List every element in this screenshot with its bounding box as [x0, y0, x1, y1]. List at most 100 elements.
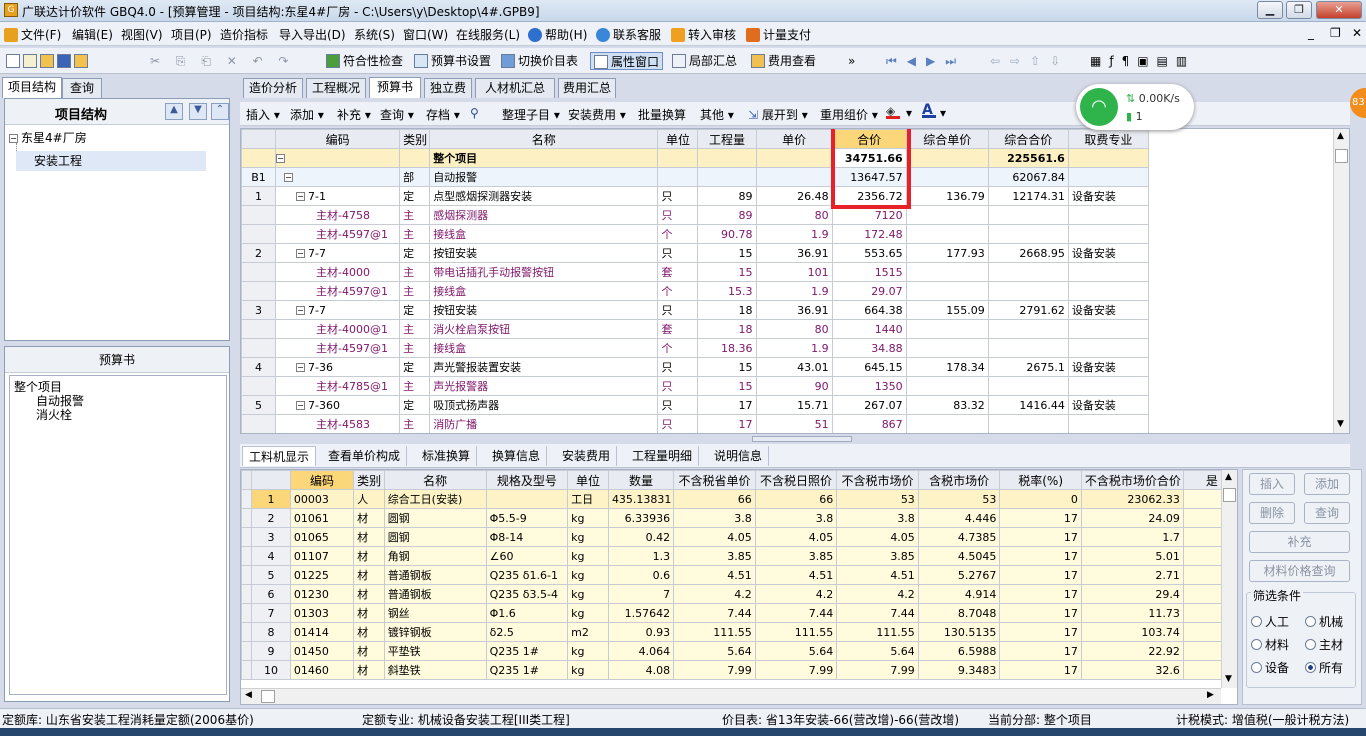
cell-unit[interactable]: 套 — [657, 262, 699, 282]
move-arrows[interactable]: ⇦⇨⇧⇩ — [990, 52, 1070, 70]
cell-name[interactable]: 接线盒 — [429, 224, 659, 244]
cell-qty[interactable]: 15 — [697, 357, 757, 377]
tab-quantity-detail[interactable]: 工程量明细 — [626, 446, 700, 466]
res-cell[interactable]: 01107 — [289, 546, 355, 566]
cell-qty[interactable]: 17 — [697, 395, 757, 415]
res-col-code[interactable]: 编码 — [289, 470, 355, 490]
table-row[interactable]: 4−7-36 定声光警报装置安装只 15 43.01 645.15 178.34 2675.… — [241, 357, 1150, 377]
cell-unit[interactable]: 只 — [657, 243, 699, 263]
res-cell[interactable]: kg — [567, 546, 609, 566]
cell-cprice[interactable]: 155.09 — [905, 300, 989, 320]
cell-spec[interactable] — [1067, 148, 1150, 168]
cell-spec[interactable] — [1067, 281, 1150, 301]
cell-name[interactable]: 按钮安装 — [429, 300, 659, 320]
cell-unit[interactable]: 只 — [657, 300, 699, 320]
cell-cprice[interactable]: 178.34 — [905, 357, 989, 377]
cell-spec[interactable] — [1067, 414, 1150, 433]
cell-total[interactable]: 1350 — [831, 376, 907, 396]
res-cell[interactable]: 8.7048 — [917, 603, 1001, 623]
cell-qty[interactable]: 15 — [697, 243, 757, 263]
cell-unit[interactable]: 个 — [657, 281, 699, 301]
archive-menu[interactable]: 存档 ▾ — [426, 106, 460, 123]
res-cell[interactable]: 00003 — [289, 489, 355, 509]
cell-cprice[interactable] — [905, 414, 989, 433]
cell-qty[interactable]: 15 — [697, 262, 757, 282]
row-indicator[interactable] — [241, 660, 253, 680]
res-cell[interactable]: 材 — [353, 641, 385, 661]
cell-cprice[interactable] — [905, 338, 989, 358]
res-cell[interactable]: 66 — [673, 489, 756, 509]
table-row[interactable]: 主材-4758 主 感烟探测器 只 89 80 7120 — [241, 205, 1150, 225]
col-type-header[interactable]: 类别 — [399, 129, 431, 149]
res-cell[interactable]: 17 — [999, 508, 1082, 528]
menu-support[interactable]: 联系客服 — [596, 26, 661, 42]
res-cell[interactable]: 23062.33 — [1080, 489, 1184, 509]
cell-name[interactable]: 自动报警 — [429, 167, 659, 187]
cell-no[interactable]: 5 — [241, 395, 277, 415]
cell-code[interactable]: −7-7 — [275, 300, 401, 320]
res-cell[interactable]: 镀锌钢板 — [383, 622, 487, 642]
cell-qty[interactable]: 89 — [697, 205, 757, 225]
cell-spec[interactable] — [1067, 167, 1150, 187]
res-cell[interactable]: 角钢 — [383, 546, 487, 566]
tree-node-install[interactable]: 安装工程 — [16, 151, 206, 171]
res-cell[interactable]: 5.01 — [1080, 546, 1184, 566]
res-cell[interactable]: 17 — [999, 641, 1082, 661]
fill-color-dropdown[interactable]: ▾ — [906, 106, 912, 120]
tab-query[interactable]: 查询 — [62, 78, 102, 98]
res-cell[interactable]: 5.2767 — [917, 565, 1001, 585]
cell-type[interactable]: 主 — [399, 262, 431, 282]
res-cell[interactable]: 01303 — [289, 603, 355, 623]
res-cell[interactable]: Q235 δ3.5-4 — [485, 584, 569, 604]
radio-icon[interactable] — [1251, 616, 1262, 627]
collapse-toggle-icon[interactable]: − — [296, 249, 306, 258]
res-col-tax-rate[interactable]: 税率(%) — [999, 470, 1082, 490]
cell-no[interactable]: 3 — [241, 300, 277, 320]
cell-qty[interactable]: 18.36 — [697, 338, 757, 358]
res-cell[interactable]: 7.99 — [673, 660, 756, 680]
font-color-dropdown[interactable]: ▾ — [940, 106, 946, 120]
res-cell[interactable]: 材 — [353, 527, 385, 547]
collapse-toggle-icon[interactable]: − — [296, 306, 306, 315]
cell-no[interactable] — [241, 319, 277, 339]
tab-overview[interactable]: 工程概况 — [306, 78, 366, 98]
tab-standard-convert[interactable]: 标准换算 — [416, 446, 478, 466]
close-button[interactable]: ✕ — [1316, 1, 1362, 19]
cell-type[interactable]: 主 — [399, 205, 431, 225]
cell-code[interactable]: −7-360 — [275, 395, 401, 415]
cell-code[interactable]: 主材-4597@1 — [275, 338, 401, 358]
res-cell[interactable]: 3.85 — [754, 546, 838, 566]
tab-description[interactable]: 说明信息 — [708, 446, 770, 466]
cell-no[interactable] — [241, 205, 277, 225]
cell-no[interactable]: B1 — [241, 167, 277, 187]
budget-node-hydrant[interactable]: 消火栓 — [36, 406, 72, 423]
cell-name[interactable]: 按钮安装 — [429, 243, 659, 263]
cell-type[interactable]: 主 — [399, 376, 431, 396]
cell-spec[interactable]: 设备安装 — [1067, 395, 1150, 415]
col-code-header[interactable]: 编码 — [275, 129, 401, 149]
menu-window[interactable]: 窗口(W) — [403, 26, 448, 42]
new-project-icon[interactable] — [23, 54, 37, 68]
cell-type[interactable]: 主 — [399, 414, 431, 433]
res-cell[interactable]: 材 — [353, 508, 385, 528]
res-cell[interactable]: 53 — [917, 489, 1001, 509]
resource-row[interactable]: 5 01225 材普通钢板 Q235 δ1.6-1 kg 0.6 4.51 4.51 4.51 5… — [241, 565, 1237, 585]
radio-icon[interactable] — [1305, 639, 1316, 650]
menu-system[interactable]: 系统(S) — [354, 26, 395, 42]
res-cell[interactable]: 29.4 — [1080, 584, 1184, 604]
cell-type[interactable]: 主 — [399, 224, 431, 244]
res-cell[interactable]: 66 — [754, 489, 838, 509]
res-cell[interactable]: 3.8 — [754, 508, 838, 528]
resource-row[interactable]: 1 00003 人综合工日(安装) 工日 435.13831 66 66 53 53 0 23062… — [241, 489, 1237, 509]
filter-material[interactable]: 材料 — [1251, 636, 1289, 653]
minimize-button[interactable]: ▁ — [1257, 1, 1283, 19]
res-cell[interactable]: 17 — [999, 527, 1082, 547]
cell-total[interactable]: 867 — [831, 414, 907, 433]
row-indicator[interactable] — [241, 527, 253, 547]
res-cell[interactable]: 6.5988 — [917, 641, 1001, 661]
tab-labor-material-display[interactable]: 工料机显示 — [242, 446, 317, 466]
cell-type[interactable]: 主 — [399, 319, 431, 339]
col-comp-price-header[interactable]: 综合单价 — [905, 129, 989, 149]
res-col-spec[interactable]: 规格及型号 — [485, 470, 569, 490]
table-row[interactable]: 2−7-7 定按钮安装只 15 36.91 553.65 177.93 2668.95 设备安… — [241, 243, 1150, 263]
